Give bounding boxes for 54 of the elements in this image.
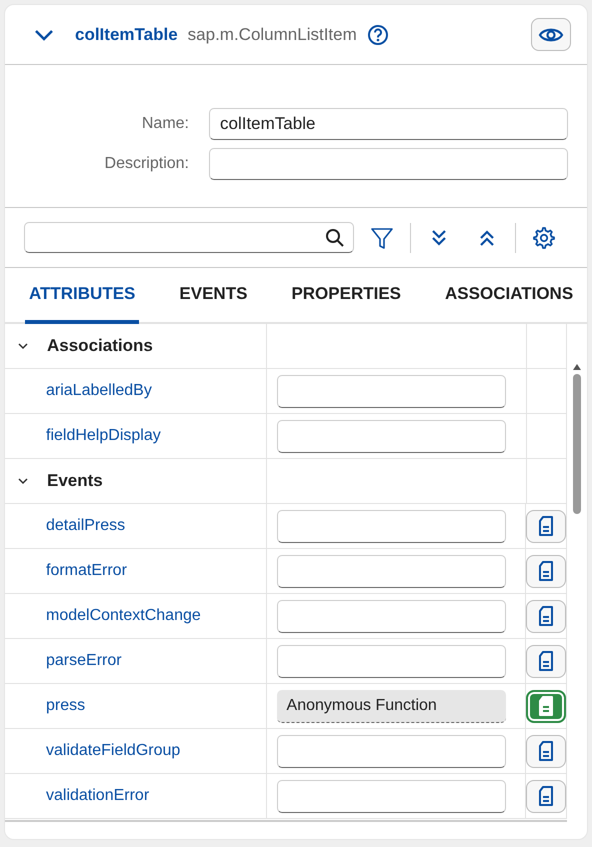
attribute-name: formatError [46,562,127,580]
tab[interactable]: ASSOCIATIONS [441,268,578,324]
group-label: Associations [47,336,153,356]
attribute-name: validateFieldGroup [46,742,180,760]
document-icon [538,696,554,716]
document-icon [538,786,554,806]
attribute-name: detailPress [46,517,126,535]
search-icon [325,228,345,248]
value-field[interactable] [276,510,506,542]
tab[interactable]: ATTRIBUTES [25,268,140,324]
scroll-up-icon[interactable] [573,364,582,370]
text-field[interactable] [209,148,568,180]
document-button[interactable] [526,554,566,588]
document-button[interactable] [526,510,566,542]
help-icon[interactable] [366,24,389,46]
eye-icon [538,26,564,44]
attribute-name: fieldHelpDisplay [46,427,161,445]
group-label: Events [47,471,103,491]
chevron-down-icon[interactable] [33,28,55,42]
field-label: Name: [140,115,189,133]
document-button[interactable] [526,690,566,722]
document-button[interactable] [526,644,566,678]
value-field[interactable] [276,734,506,768]
field-label: Description: [104,155,189,173]
value-field[interactable]: Anonymous Function [276,690,506,722]
value-field[interactable] [276,644,506,678]
document-button[interactable] [526,780,566,812]
search-field[interactable] [24,222,354,253]
control-id: colItemTable [75,24,178,44]
document-icon [538,651,554,671]
attribute-name: validationError [46,787,150,805]
document-button[interactable] [526,734,566,768]
value-field[interactable] [276,600,506,632]
control-type: sap.m.ColumnListItem [188,24,357,44]
document-icon [538,561,554,581]
value-field[interactable] [276,780,506,812]
value-field[interactable] [277,420,506,452]
tab[interactable]: PROPERTIES [287,268,406,324]
view-button[interactable] [531,18,571,51]
value-field[interactable] [277,374,506,408]
document-icon [538,516,554,536]
chevron-icon[interactable] [18,342,28,350]
attribute-name: modelContextChange [46,607,201,625]
document-icon [538,606,554,626]
document-button[interactable] [526,600,566,632]
chevron-icon[interactable] [18,477,28,485]
document-icon [538,741,554,761]
attribute-name: parseError [46,652,122,670]
text-field[interactable]: colItemTable [209,108,568,140]
tab[interactable]: EVENTS [175,268,252,324]
value-field[interactable] [276,554,506,588]
scroll-thumb[interactable] [573,374,582,514]
attribute-name: press [46,697,86,715]
attribute-name: ariaLabelledBy [46,382,152,400]
